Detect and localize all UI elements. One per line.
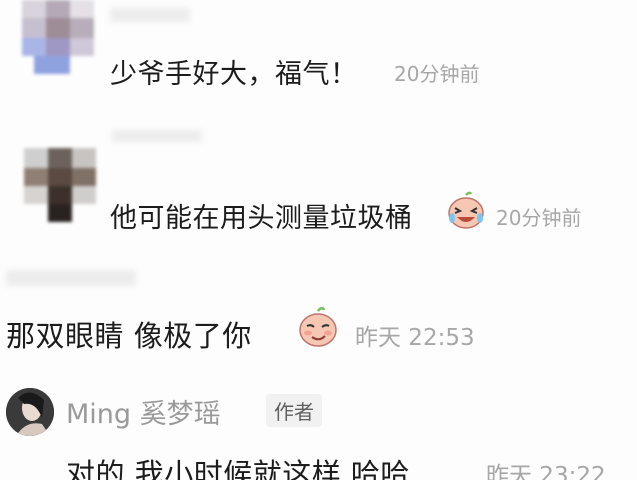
author-avatar[interactable] [6, 388, 54, 436]
comment-thread: 少爷手好大，福气！ 20分钟前 他可能在用头测量垃圾桶 20分钟前 那双眼睛 像… [0, 0, 637, 480]
blurred-username [110, 8, 190, 22]
crying-laugh-emoji [446, 191, 486, 231]
comment-text: 对的 我小时候就这样 哈哈 [66, 457, 410, 480]
comment-text: 那双眼睛 像极了你 [6, 319, 252, 353]
avatar[interactable] [22, 0, 94, 74]
comment-text: 少爷手好大，福气！ [110, 59, 358, 90]
avatar[interactable] [24, 148, 96, 222]
author-name[interactable]: Ming 奚梦瑶 [66, 392, 221, 431]
comment-time: 昨天 23:22 [486, 463, 606, 480]
comment-time: 20分钟前 [496, 206, 582, 230]
author-badge: 作者 [266, 394, 322, 427]
comment-time: 昨天 22:53 [355, 325, 475, 351]
comment-text: 他可能在用头测量垃圾桶 [110, 203, 413, 234]
smirk-emoji [296, 306, 340, 350]
blurred-username [6, 270, 136, 286]
comment-time: 20分钟前 [394, 62, 480, 86]
blurred-username [112, 130, 202, 142]
